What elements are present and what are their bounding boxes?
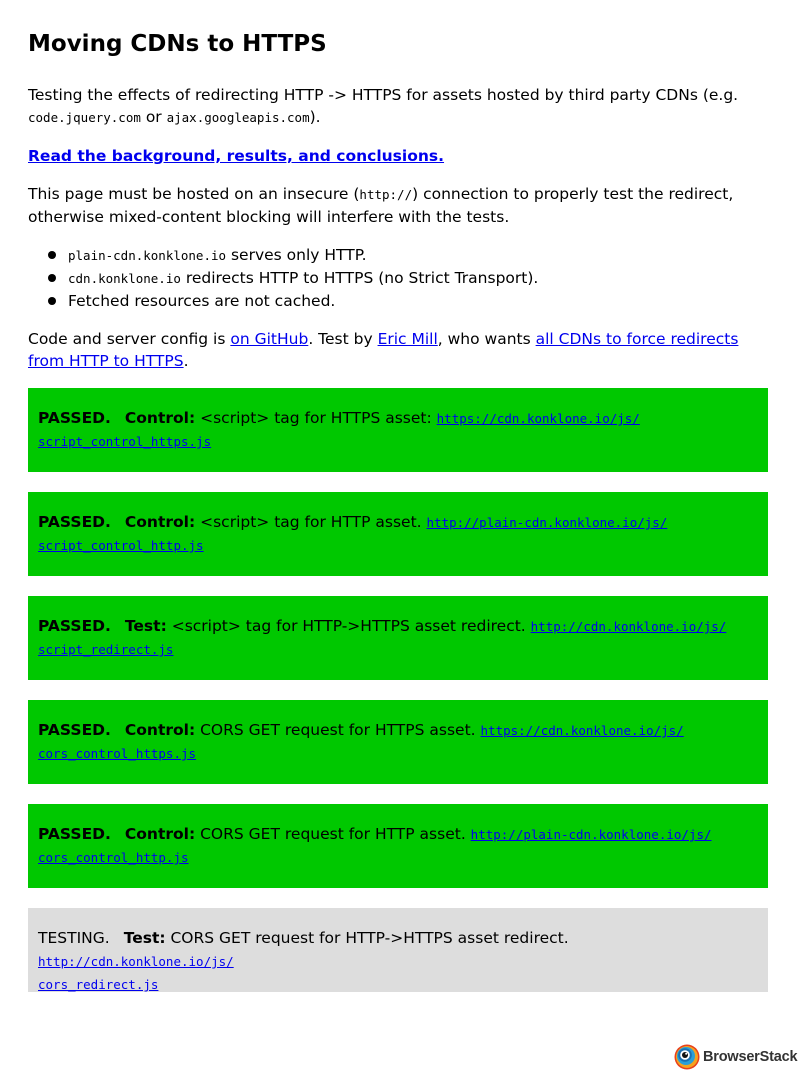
test-result-cors-control-http: PASSED. Control: CORS GET request for HTT…	[28, 804, 768, 888]
page-content: Moving CDNs to HTTPS Testing the effects…	[28, 26, 768, 1012]
github-link[interactable]: on GitHub	[230, 330, 308, 348]
test-status: PASSED.	[38, 409, 111, 427]
test-result-script-control-https: PASSED. Control: <script> tag for HTTPS a…	[28, 388, 768, 472]
list-item: cdn.konklone.io redirects HTTP to HTTPS …	[48, 267, 768, 290]
test-description: CORS GET request for HTTP->HTTPS asset r…	[165, 929, 569, 947]
test-description: <script> tag for HTTPS asset:	[195, 409, 437, 427]
intro-code-googleapis: ajax.googleapis.com	[166, 110, 310, 125]
test-kind: Test:	[123, 929, 166, 947]
background-link[interactable]: Read the background, results, and conclu…	[28, 147, 444, 165]
test-asset-link[interactable]: http://cdn.konklone.io/js/cors_redirect.…	[38, 954, 234, 992]
browserstack-watermark: BrowserStack	[674, 1043, 798, 1071]
list-item: plain-cdn.konklone.io serves only HTTP.	[48, 244, 768, 267]
test-status: PASSED.	[38, 721, 111, 739]
test-kind: Control:	[124, 409, 196, 427]
test-kind: Control:	[124, 513, 196, 531]
test-status: TESTING.	[38, 929, 110, 947]
cdn-list: plain-cdn.konklone.io serves only HTTP. …	[28, 244, 768, 312]
bullet-icon	[48, 274, 56, 282]
credits-paragraph: Code and server config is on GitHub. Tes…	[28, 328, 768, 372]
test-kind: Test:	[124, 617, 167, 635]
browserstack-logo-icon	[674, 1044, 700, 1070]
list-item-text: redirects HTTP to HTTPS (no Strict Trans…	[180, 269, 539, 287]
intro-text-or: or	[140, 108, 167, 126]
test-description: CORS GET request for HTTP asset.	[195, 825, 471, 843]
credits-text: Code and server config is	[28, 330, 231, 348]
credits-text: , who wants	[437, 330, 536, 348]
browserstack-brand-text: BrowserStack	[703, 1049, 798, 1065]
list-item-code: plain-cdn.konklone.io	[68, 248, 227, 263]
list-item-text: serves only HTTP.	[226, 246, 367, 264]
bullet-icon	[48, 251, 56, 259]
list-item-code: cdn.konklone.io	[68, 271, 181, 286]
author-link[interactable]: Eric Mill	[378, 330, 438, 348]
test-result-script-control-http: PASSED. Control: <script> tag for HTTP as…	[28, 492, 768, 576]
page-title: Moving CDNs to HTTPS	[28, 31, 327, 57]
test-result-cors-control-https: PASSED. Control: CORS GET request for HTT…	[28, 700, 768, 784]
credits-text: .	[183, 352, 189, 370]
insecure-note-code: http://	[359, 187, 413, 202]
credits-text: . Test by	[308, 330, 378, 348]
test-kind: Control:	[124, 825, 196, 843]
test-description: CORS GET request for HTTPS asset.	[195, 721, 481, 739]
intro-text-end: ).	[309, 108, 321, 126]
intro-code-jquery: code.jquery.com	[28, 110, 141, 125]
test-result-cors-redirect: TESTING. Test: CORS GET request for HTTP-…	[28, 908, 768, 992]
test-description: <script> tag for HTTP->HTTPS asset redir…	[166, 617, 531, 635]
test-result-script-redirect: PASSED. Test: <script> tag for HTTP->HTTP…	[28, 596, 768, 680]
intro-text: Testing the effects of redirecting HTTP …	[28, 86, 739, 104]
test-status: PASSED.	[38, 825, 111, 843]
insecure-note-text: This page must be hosted on an insecure …	[28, 185, 360, 203]
background-paragraph: Read the background, results, and conclu…	[28, 145, 768, 167]
intro-paragraph: Testing the effects of redirecting HTTP …	[28, 84, 768, 129]
insecure-note: This page must be hosted on an insecure …	[28, 183, 768, 228]
test-status: PASSED.	[38, 513, 111, 531]
bullet-icon	[48, 297, 56, 305]
test-status: PASSED.	[38, 617, 111, 635]
list-item-text: Fetched resources are not cached.	[68, 292, 336, 310]
list-item: Fetched resources are not cached.	[48, 290, 768, 312]
test-kind: Control:	[124, 721, 196, 739]
test-description: <script> tag for HTTP asset.	[195, 513, 427, 531]
